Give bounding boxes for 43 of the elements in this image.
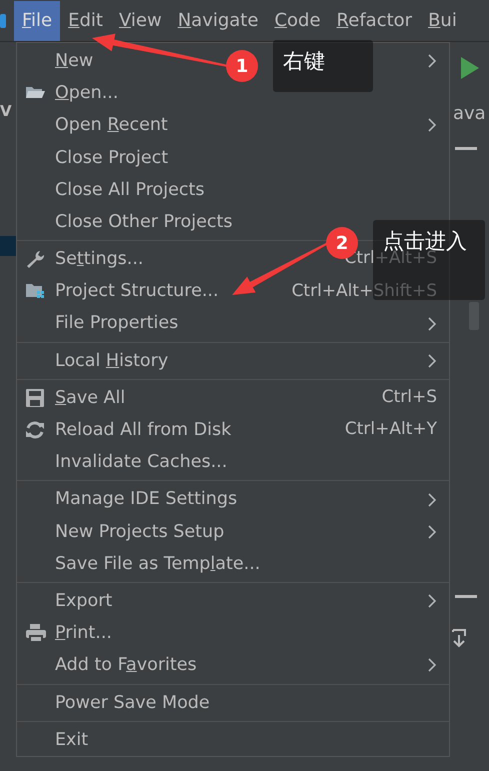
menu-bar-item[interactable]: Refactor <box>328 0 420 40</box>
menu-item[interactable]: Print... <box>55 620 112 646</box>
menu-item[interactable]: New Projects Setup <box>55 518 224 545</box>
menu-item[interactable]: Close Other Projects <box>55 208 232 236</box>
menu-item[interactable]: Local History <box>55 348 168 374</box>
annotation-tooltip: 右键 <box>273 40 373 92</box>
menu-item[interactable]: Export <box>55 588 112 614</box>
printer-icon <box>25 623 47 644</box>
menu-item[interactable]: Close All Projects <box>55 176 204 203</box>
menu-bar-item[interactable]: Code <box>266 0 329 40</box>
menu-item[interactable]: Add to Favorites <box>55 652 197 679</box>
menu-item[interactable]: Save All <box>55 384 126 412</box>
shortcut-label: Ctrl+S <box>382 386 437 410</box>
menu-item[interactable]: Manage IDE Settings <box>55 486 238 513</box>
reload-icon <box>25 420 47 440</box>
panel-label: V <box>0 101 12 122</box>
editor-tab[interactable]: ava <box>453 100 486 127</box>
menu-item[interactable]: Invalidate Caches... <box>55 449 228 476</box>
menu-bar-item[interactable]: View <box>110 0 170 40</box>
run-icon <box>461 57 479 79</box>
menu-bar-item[interactable]: Navigate <box>170 0 266 40</box>
menu-item[interactable]: Open Recent <box>55 112 168 139</box>
minimize-icon <box>455 595 477 599</box>
menu-item[interactable]: Exit <box>55 726 88 753</box>
download-icon <box>451 628 467 648</box>
minimize-icon <box>455 147 477 151</box>
menu-item[interactable]: Project Structure... <box>55 278 219 305</box>
menu-item[interactable]: New <box>55 48 94 74</box>
menu-item[interactable]: Close Project <box>55 144 168 171</box>
wrench-icon <box>25 249 47 270</box>
shortcut-label: Ctrl+Alt+Shift+S <box>292 280 437 303</box>
app-logo-icon <box>0 14 6 28</box>
selected-row <box>0 236 16 256</box>
menu-bar-item[interactable]: Bui <box>420 0 465 40</box>
menu-item[interactable]: Reload All from Disk <box>55 417 232 444</box>
menu-item[interactable]: Settings... <box>55 246 144 272</box>
shortcut-label: Ctrl+Alt+Y <box>344 418 437 442</box>
menu-item[interactable]: Power Save Mode <box>55 690 210 716</box>
menu-bar-item[interactable]: File <box>14 0 60 40</box>
menu-item[interactable]: Save File as Template... <box>55 550 260 578</box>
menu-item[interactable]: File Properties <box>55 310 178 337</box>
menu-bar-item[interactable]: Edit <box>60 0 111 40</box>
menu-item[interactable]: Open... <box>55 80 118 106</box>
